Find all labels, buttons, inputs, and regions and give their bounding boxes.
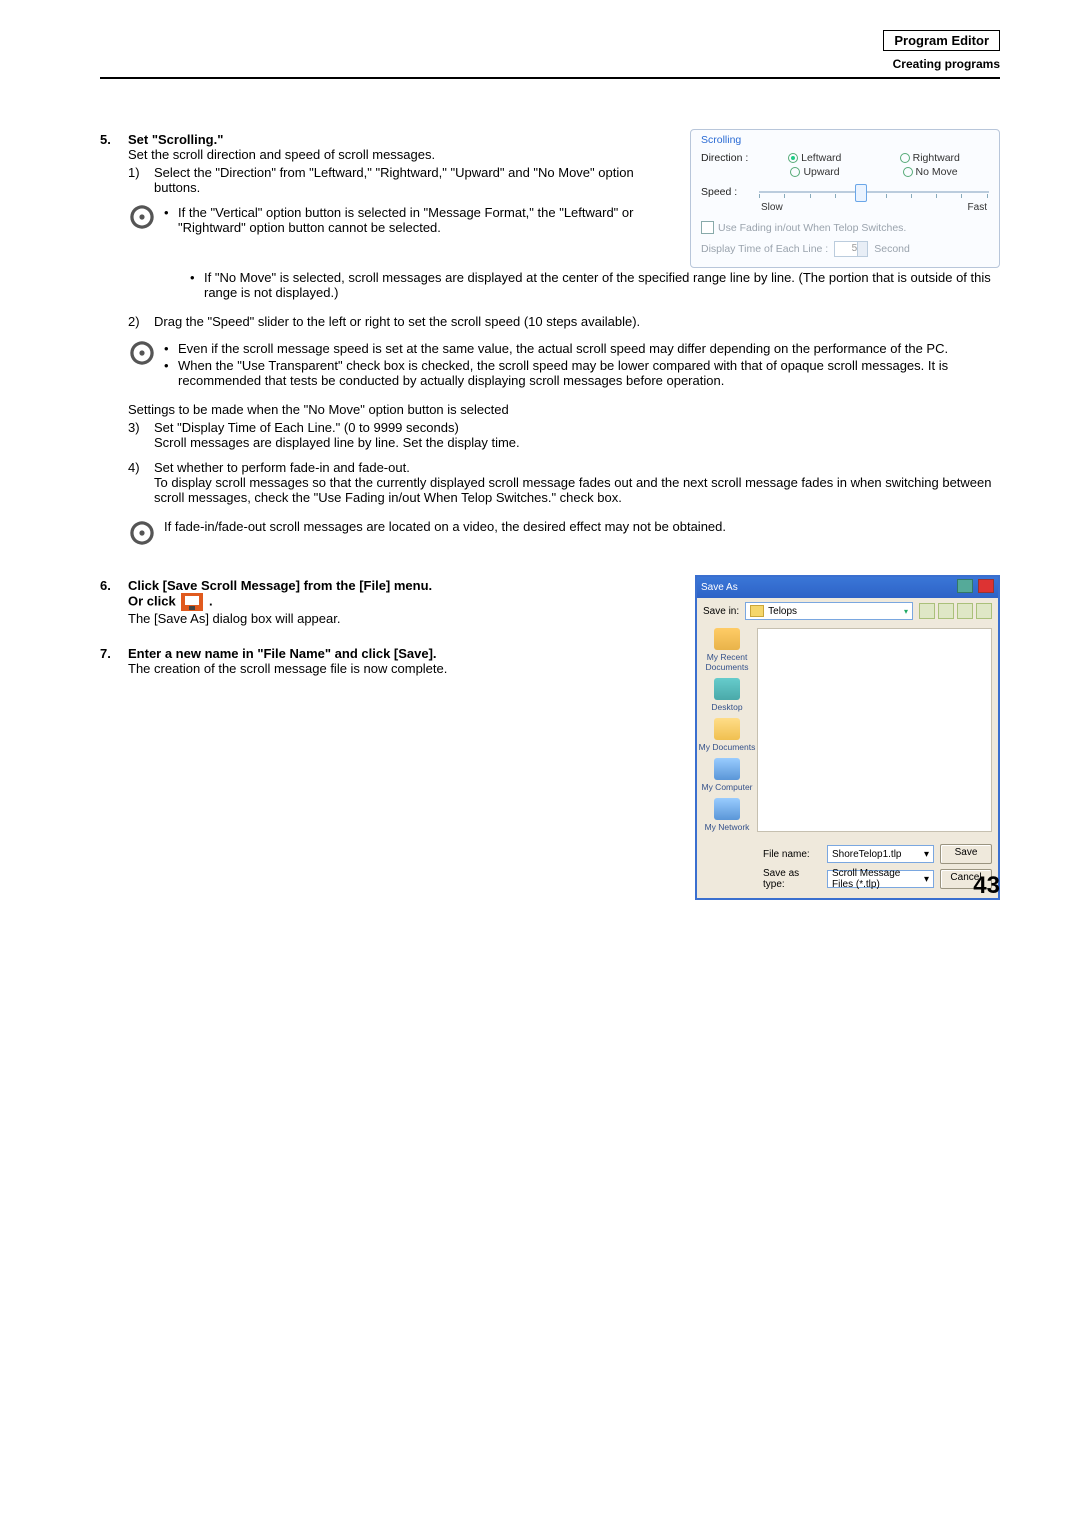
- views-icon[interactable]: [976, 603, 992, 619]
- step7-number: 7.: [100, 646, 128, 676]
- place-desktop[interactable]: Desktop: [698, 678, 756, 712]
- note-icon: [128, 339, 156, 367]
- step5-note2-b2: When the "Use Transparent" check box is …: [178, 358, 1000, 388]
- step5-sub1-num: 1): [128, 165, 154, 195]
- saveas-title: Save As: [701, 582, 738, 593]
- filename-label: File name:: [763, 849, 821, 860]
- step6-body: The [Save As] dialog box will appear.: [128, 611, 680, 626]
- section-title: Creating programs: [100, 57, 1000, 71]
- fade-checkbox[interactable]: Use Fading in/out When Telop Switches.: [701, 221, 906, 234]
- place-recent[interactable]: My Recent Documents: [698, 628, 756, 672]
- step5-note3: If fade-in/fade-out scroll messages are …: [164, 519, 1000, 534]
- place-computer[interactable]: My Computer: [698, 758, 756, 792]
- dropdown-icon: ▾: [904, 607, 908, 616]
- step5-sub3b: Scroll messages are displayed line by li…: [154, 435, 1000, 450]
- step5-sub2-num: 2): [128, 314, 154, 329]
- step5-title: Set "Scrolling.": [128, 132, 675, 147]
- step6-number: 6.: [100, 578, 128, 626]
- horizontal-rule: [100, 77, 1000, 79]
- step6-period: .: [209, 593, 213, 608]
- step5-sub3a: Set "Display Time of Each Line." (0 to 9…: [154, 420, 1000, 435]
- speed-label: Speed :: [701, 186, 759, 198]
- savein-label: Save in:: [703, 606, 739, 617]
- radio-upward[interactable]: Upward: [790, 166, 839, 178]
- up-icon[interactable]: [938, 603, 954, 619]
- step5-sub4b: To display scroll messages so that the c…: [154, 475, 1000, 505]
- saveastype-label: Save as type:: [763, 868, 821, 890]
- step5-sub2-text: Drag the "Speed" slider to the left or r…: [154, 314, 1000, 329]
- display-time-spinner[interactable]: 5: [834, 241, 868, 257]
- step5-note1-b2: If "No Move" is selected, scroll message…: [204, 270, 1000, 300]
- step6-title: Click [Save Scroll Message] from the [Fi…: [128, 578, 680, 593]
- step5-sub4-num: 4): [128, 460, 154, 505]
- file-list[interactable]: [757, 628, 992, 832]
- slow-label: Slow: [761, 202, 783, 213]
- step5-note1-b1: If the "Vertical" option button is selec…: [178, 205, 675, 235]
- step5-sub1-text: Select the "Direction" from "Leftward," …: [154, 165, 675, 195]
- nomove-intro: Settings to be made when the "No Move" o…: [128, 402, 1000, 417]
- help-icon[interactable]: [957, 579, 973, 593]
- close-icon[interactable]: [978, 579, 994, 593]
- scrolling-group-label: Scrolling: [701, 134, 989, 146]
- saveastype-combo[interactable]: Scroll Message Files (*.tlp)▾: [827, 870, 934, 888]
- step7-body: The creation of the scroll message file …: [128, 661, 680, 676]
- scrolling-panel-figure: Scrolling Direction : Leftward Rightward…: [690, 129, 1000, 268]
- page-number: 43: [973, 872, 1000, 900]
- folder-icon: [750, 605, 764, 617]
- speed-slider[interactable]: [759, 182, 989, 202]
- step5-intro: Set the scroll direction and speed of sc…: [128, 147, 675, 162]
- step6-orclick: Or click: [128, 593, 179, 608]
- place-documents[interactable]: My Documents: [698, 718, 756, 752]
- step5-sub4a: Set whether to perform fade-in and fade-…: [154, 460, 1000, 475]
- note-icon: [128, 519, 156, 547]
- display-time-label: Display Time of Each Line :: [701, 243, 828, 255]
- saveas-dialog-figure: Save As Save in: Telops ▾: [695, 575, 1000, 900]
- second-label: Second: [874, 243, 910, 255]
- direction-label: Direction :: [701, 152, 759, 164]
- header-box-wrap: Program Editor: [100, 30, 1000, 51]
- radio-rightward[interactable]: Rightward: [900, 152, 960, 164]
- step5-note2-b1: Even if the scroll message speed is set …: [178, 341, 1000, 356]
- chapter-title: Program Editor: [883, 30, 1000, 51]
- step5-number: 5.: [100, 132, 128, 235]
- savein-combo[interactable]: Telops ▾: [745, 602, 913, 620]
- step5-sub3-num: 3): [128, 420, 154, 450]
- radio-nomove[interactable]: No Move: [903, 166, 958, 178]
- save-icon: [181, 593, 203, 611]
- place-network[interactable]: My Network: [698, 798, 756, 832]
- fast-label: Fast: [968, 202, 987, 213]
- newfolder-icon[interactable]: [957, 603, 973, 619]
- step7-title: Enter a new name in "File Name" and clic…: [128, 646, 680, 661]
- back-icon[interactable]: [919, 603, 935, 619]
- save-button[interactable]: Save: [940, 844, 992, 864]
- filename-field[interactable]: ShoreTelop1.tlp▾: [827, 845, 934, 863]
- note-icon: [128, 203, 156, 231]
- radio-leftward[interactable]: Leftward: [788, 152, 841, 164]
